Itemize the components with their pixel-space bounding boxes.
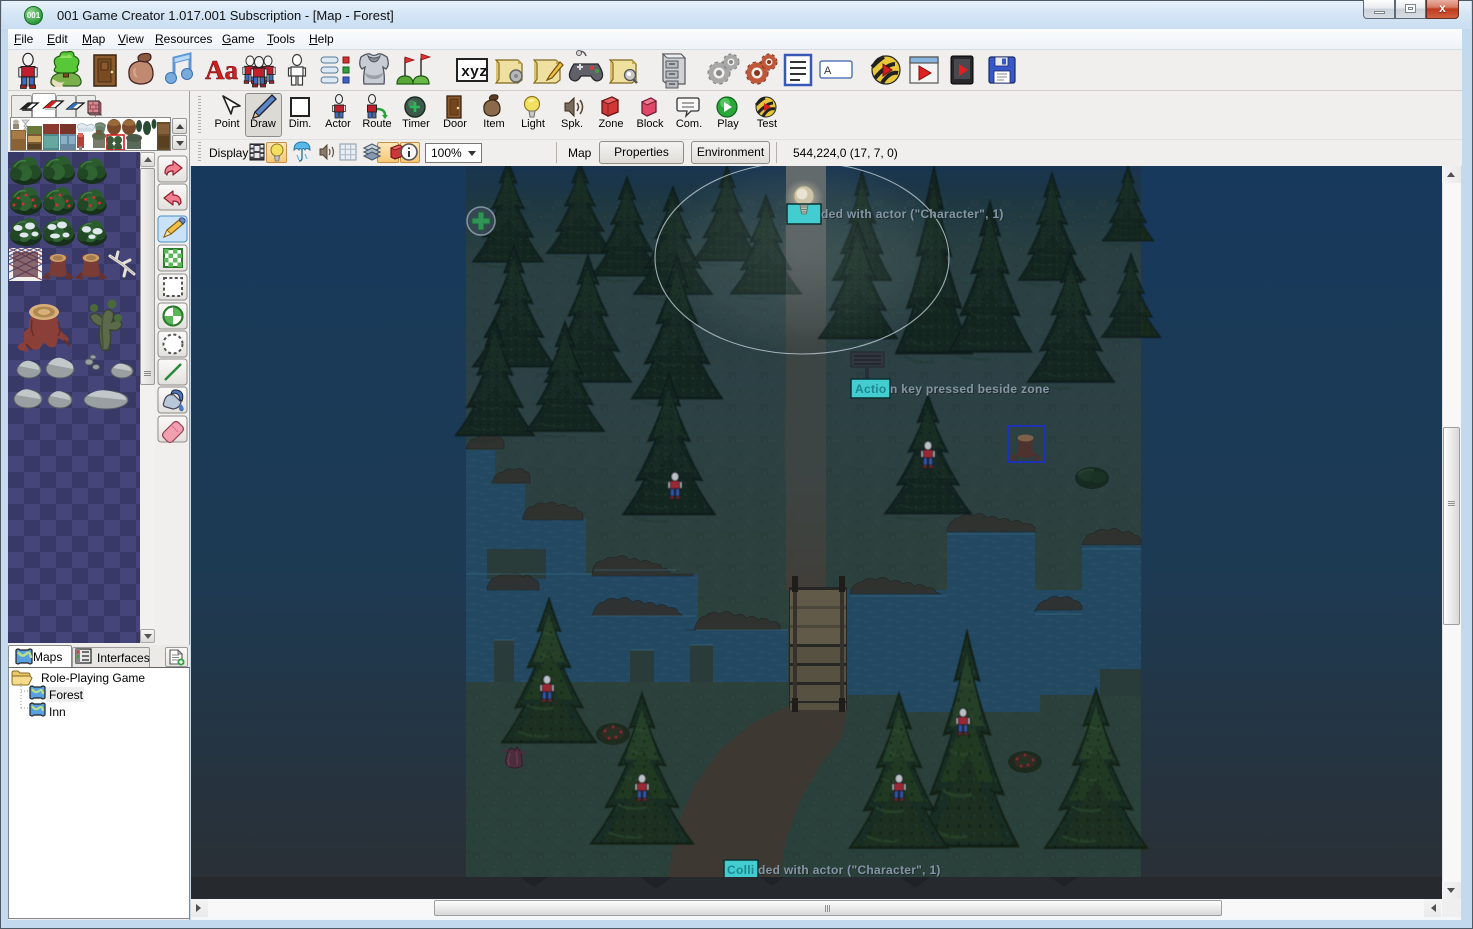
svg-text:ded with actor ("Character", 1: ded with actor ("Character", 1)	[821, 207, 1004, 221]
svg-text:Aa: Aa	[205, 55, 238, 85]
svg-text:ded with actor ("Character", 1: ded with actor ("Character", 1)	[758, 863, 941, 877]
svg-text:Actio: Actio	[855, 382, 887, 396]
svg-text:n key pressed beside zone: n key pressed beside zone	[890, 382, 1050, 396]
svg-text:Colli: Colli	[727, 863, 755, 877]
svg-text:xyz: xyz	[461, 64, 488, 81]
svg-text:A: A	[824, 65, 832, 77]
